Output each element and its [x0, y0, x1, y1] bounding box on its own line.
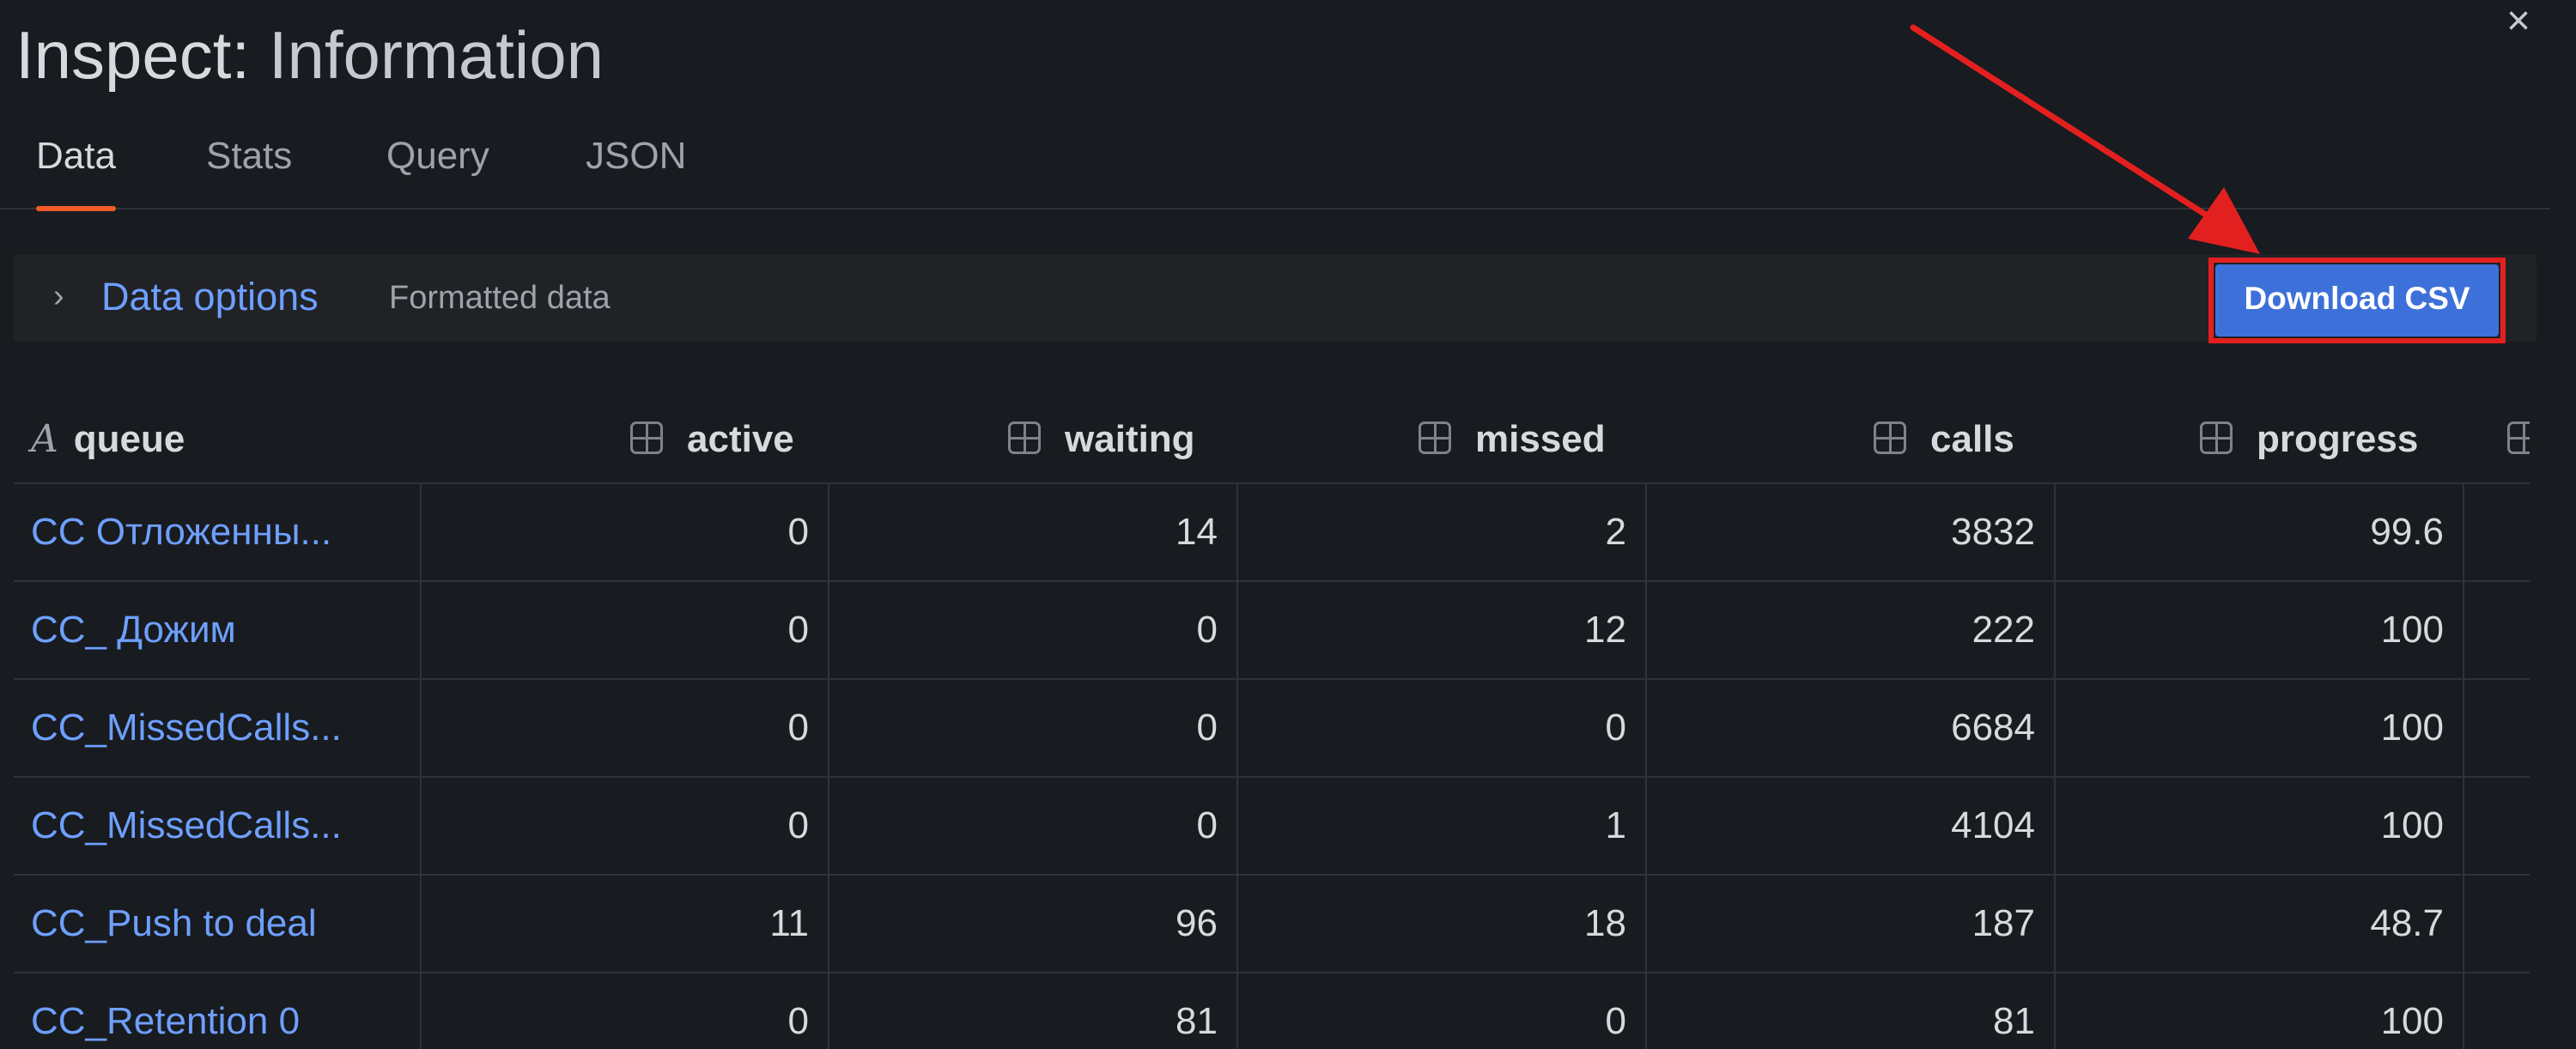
cell-waiting: 0: [1196, 804, 1218, 846]
cell-queue[interactable]: CC_MissedCalls...: [14, 778, 420, 874]
table-row: CC_Push to deal 11 96 18 187 48.7: [14, 876, 2530, 973]
data-options-bar: › Data options Formatted data: [14, 254, 2537, 342]
cell-missed: 2: [1605, 511, 1626, 553]
cell-waiting: 14: [1176, 511, 1218, 553]
cell-active: 0: [787, 804, 809, 846]
cell-missed: 12: [1584, 609, 1626, 651]
title-name: Information: [268, 17, 605, 93]
number-type-icon: [1419, 421, 1451, 455]
cell-active: 0: [787, 1000, 809, 1042]
data-options-summary: Formatted data: [389, 280, 611, 316]
tab-query[interactable]: Query: [386, 120, 489, 209]
table-row: CC_Retention 0 0 81 0 81 100: [14, 973, 2530, 1049]
cell-active: 0: [787, 706, 809, 749]
cell-progress: 100: [2380, 609, 2444, 651]
close-button[interactable]: ×: [2497, 0, 2540, 43]
drawer-title: Inspect: Information: [15, 12, 604, 98]
table-row: CC_MissedCalls... 0 0 0 6684 100: [14, 680, 2530, 778]
tab-data[interactable]: Data: [36, 120, 116, 211]
cell-active: 0: [787, 511, 809, 553]
cell-active: 0: [787, 609, 809, 651]
column-header-waiting[interactable]: waiting: [1008, 395, 1195, 484]
download-csv-highlight: Download CSV: [2208, 258, 2506, 343]
number-type-icon: [2200, 421, 2233, 455]
cell-missed: 1: [1605, 804, 1626, 846]
chevron-right-icon[interactable]: ›: [53, 275, 64, 318]
cell-missed: 18: [1584, 902, 1626, 944]
tab-bar: Data Stats Query JSON: [0, 120, 2550, 211]
inspect-drawer: Inspect: Information × Data Stats Query …: [0, 0, 2576, 1049]
tab-stats[interactable]: Stats: [206, 120, 292, 209]
cell-queue[interactable]: CC_MissedCalls...: [14, 680, 420, 776]
cell-missed: 0: [1605, 706, 1626, 749]
column-header-queue[interactable]: Aqueue: [14, 395, 185, 484]
data-options-toggle[interactable]: Data options: [101, 271, 319, 323]
table-row: CC Отложенны... 0 14 2 3832 99.6: [14, 484, 2530, 582]
cell-calls: 187: [1971, 902, 2035, 944]
cell-progress: 100: [2380, 706, 2444, 749]
cell-progress: 48.7: [2370, 902, 2444, 944]
download-csv-button[interactable]: Download CSV: [2215, 264, 2499, 337]
cell-calls: 4104: [1951, 804, 2035, 846]
number-type-icon: [2507, 421, 2530, 455]
number-type-icon: [630, 421, 663, 455]
cell-progress: 100: [2380, 804, 2444, 846]
table-header: Aqueue active waiting missed calls progr…: [14, 395, 2530, 484]
column-header-truncated: [2507, 395, 2530, 484]
title-prefix: Inspect:: [15, 17, 251, 93]
cell-waiting: 0: [1196, 609, 1218, 651]
cell-waiting: 0: [1196, 706, 1218, 749]
column-header-calls[interactable]: calls: [1874, 395, 2014, 484]
number-type-icon: [1008, 421, 1041, 455]
cell-missed: 0: [1605, 1000, 1626, 1042]
table-row: CC_MissedCalls... 0 0 1 4104 100: [14, 778, 2530, 876]
cell-waiting: 81: [1176, 1000, 1218, 1042]
cell-progress: 99.6: [2370, 511, 2444, 553]
column-header-progress[interactable]: progress: [2200, 395, 2418, 484]
column-header-missed[interactable]: missed: [1419, 395, 1606, 484]
cell-calls: 81: [1993, 1000, 2035, 1042]
cell-calls: 222: [1971, 609, 2035, 651]
cell-progress: 100: [2380, 1000, 2444, 1042]
data-table: Aqueue active waiting missed calls progr…: [14, 395, 2530, 1049]
cell-active: 11: [769, 902, 809, 944]
number-type-icon: [1874, 421, 1906, 455]
cell-queue[interactable]: CC_Retention 0: [14, 973, 420, 1049]
column-header-active[interactable]: active: [630, 395, 794, 484]
text-type-icon: A: [31, 417, 58, 461]
cell-queue[interactable]: CC Отложенны...: [14, 484, 420, 580]
cell-queue[interactable]: CC_ Дожим: [14, 582, 420, 678]
cell-calls: 3832: [1951, 511, 2035, 553]
cell-queue[interactable]: CC_Push to deal: [14, 876, 420, 972]
table-row: CC_ Дожим 0 0 12 222 100: [14, 582, 2530, 680]
cell-waiting: 96: [1176, 902, 1218, 944]
tab-json[interactable]: JSON: [586, 120, 686, 209]
cell-calls: 6684: [1951, 706, 2035, 749]
